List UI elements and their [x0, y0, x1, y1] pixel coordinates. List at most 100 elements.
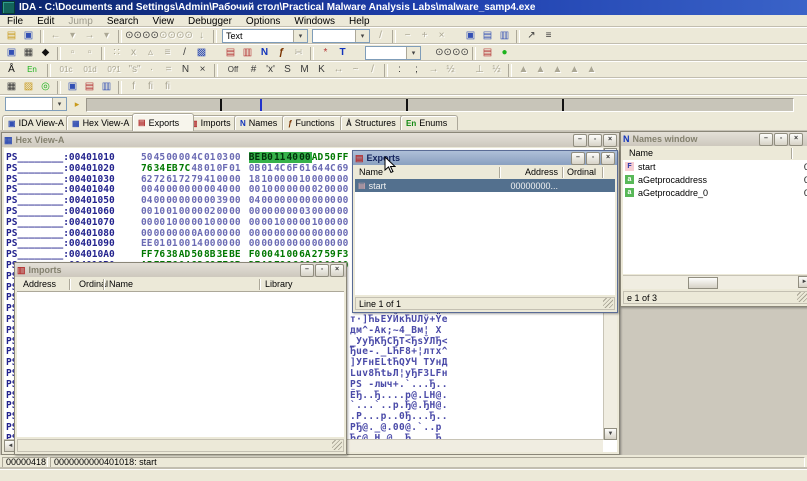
scrollbar-thumb[interactable] — [688, 277, 718, 289]
function-ops-2-button[interactable]: fi — [142, 80, 159, 95]
search-binary-again-button[interactable]: ⊙⊙ — [176, 29, 193, 44]
tracing-button[interactable]: T — [334, 46, 351, 61]
imports-header[interactable]: Address Ordinal Name Library — [17, 278, 344, 292]
column-address[interactable]: Address — [505, 167, 558, 177]
menu-windows[interactable]: Windows — [287, 16, 342, 27]
scroll-down-icon[interactable]: ▼ — [604, 428, 617, 440]
desktop-cascade-button[interactable]: ▣ — [64, 80, 81, 95]
windows-list-button[interactable]: ≡ — [540, 29, 557, 44]
make-number-button[interactable]: # — [245, 63, 262, 78]
edit-comment-button[interactable]: / — [364, 63, 381, 78]
minimize-icon[interactable]: – — [759, 133, 773, 146]
title-bar[interactable]: IDA - C:\Documents and Settings\Admin\Ра… — [0, 0, 807, 15]
restore-icon[interactable]: ▫ — [774, 133, 788, 146]
menu-file[interactable]: File — [0, 16, 30, 27]
make-unknown-button[interactable]: 0?1 — [102, 63, 126, 78]
print-button[interactable]: ≡ — [159, 46, 176, 61]
negate-button[interactable]: ~ — [347, 63, 364, 78]
column-address[interactable]: Address — [23, 279, 56, 289]
number-base-button[interactable]: ½ — [442, 63, 459, 78]
debug-detach-button[interactable]: ⊙⊙ — [452, 46, 469, 61]
column-library[interactable]: Library — [265, 279, 293, 289]
jump-back-list-button[interactable]: ▾ — [64, 29, 81, 44]
search-again-button[interactable]: ⊙⊙ — [142, 29, 159, 44]
windows-tile-vertical-button[interactable]: ▥ — [496, 29, 513, 44]
tab-hex-view-a[interactable]: ▦Hex View-A — [66, 115, 142, 130]
tab-ida-view-a[interactable]: ▣IDA View-A — [2, 115, 76, 130]
rename-button[interactable]: N — [177, 63, 194, 78]
menu-edit[interactable]: Edit — [30, 16, 61, 27]
colon-comment-button[interactable]: : — [391, 63, 408, 78]
byte-order-button[interactable]: ½ — [488, 63, 505, 78]
names-horizontal-scrollbar[interactable]: ► — [623, 275, 807, 289]
menu-search[interactable]: Search — [100, 16, 146, 27]
windows-tile-button[interactable]: ▤ — [479, 29, 496, 44]
menu-debugger[interactable]: Debugger — [181, 16, 239, 27]
open-strings-button[interactable]: ∺ — [290, 46, 307, 61]
column-ordinal[interactable]: Ordinal — [567, 167, 596, 177]
crossrefs-button[interactable]: x — [125, 46, 142, 61]
imports-titlebar[interactable]: ▥ Imports – ▫ × — [15, 263, 346, 277]
make-variable-button[interactable]: = — [160, 63, 177, 78]
names-header[interactable]: Name — [623, 147, 807, 161]
open-names-button[interactable]: N — [256, 46, 273, 61]
exports-row-start[interactable]: ▤start00000000... — [355, 179, 615, 192]
name-combo[interactable]: ▾ — [5, 97, 67, 111]
collapse-button[interactable]: − — [399, 29, 416, 44]
save-desktop-button[interactable]: ▤ — [81, 80, 98, 95]
delete-button[interactable]: × — [433, 29, 450, 44]
make-string-button[interactable]: "s" — [126, 63, 143, 78]
resize-grip[interactable] — [603, 298, 613, 308]
wrench-tool-button[interactable]: / — [176, 46, 193, 61]
imports-list[interactable] — [17, 292, 344, 437]
chevron-down-icon[interactable]: ▾ — [52, 98, 66, 110]
expand-button[interactable]: + — [416, 29, 433, 44]
make-align-button[interactable]: · — [143, 63, 160, 78]
breakpoints-flower-button[interactable]: * — [317, 46, 334, 61]
function-tail-button[interactable]: ⊥ — [471, 63, 488, 78]
open-exports-button[interactable]: ▤ — [222, 46, 239, 61]
undefine-button[interactable]: × — [194, 63, 211, 78]
navband-pointer-icon[interactable]: ▸ — [70, 97, 84, 111]
search-value-combo[interactable]: ▾ — [312, 29, 370, 43]
restore-icon[interactable]: ▫ — [588, 134, 602, 147]
tab-enums[interactable]: EnEnums — [400, 115, 458, 130]
window-link-button[interactable]: ↗ — [523, 29, 540, 44]
menu-help[interactable]: Help — [342, 16, 377, 27]
gear-button[interactable]: ◎ — [37, 80, 54, 95]
next-unexplored-button[interactable]: ▫ — [81, 46, 98, 61]
window-dialog-button[interactable]: ▦ — [20, 46, 37, 61]
make-offset-button[interactable]: Off — [221, 63, 245, 78]
jump-address-button[interactable]: ↓ — [193, 29, 210, 44]
make-stackvar-button[interactable]: K — [313, 63, 330, 78]
close-icon[interactable]: × — [330, 264, 344, 277]
new-window-button[interactable]: ▣ — [3, 46, 20, 61]
open-functions-button[interactable]: ƒ — [273, 46, 290, 61]
enums-tool-button[interactable]: En — [20, 63, 44, 78]
debugger-combo[interactable]: ▾ — [365, 46, 421, 60]
names-list[interactable]: Fstart0aaGetprocaddress0aaGetprocaddre_0… — [623, 160, 807, 274]
names-titlebar[interactable]: N Names window – ▫ × — [621, 132, 807, 146]
search-type-combo[interactable]: Text▾ — [222, 29, 308, 43]
semicolon-comment-button[interactable]: ; — [408, 63, 425, 78]
restore-icon[interactable]: ▫ — [586, 152, 600, 165]
calculator-button[interactable]: ▦ — [3, 80, 20, 95]
navigation-band[interactable] — [86, 98, 794, 112]
names-row-start[interactable]: Fstart0 — [623, 160, 807, 173]
structs-tool-button[interactable]: Å — [3, 63, 20, 78]
make-data-button[interactable]: 01d — [78, 63, 102, 78]
save-file-button[interactable]: ▣ — [20, 29, 37, 44]
make-char-button[interactable]: 'x' — [262, 63, 279, 78]
callgraph-xrefs-from-button[interactable]: ▲ — [532, 63, 549, 78]
debugger-options-button[interactable]: ▤ — [479, 46, 496, 61]
close-icon[interactable]: × — [603, 134, 617, 147]
callgraph-user-xrefs-button[interactable]: ▲ — [549, 63, 566, 78]
search-text-button[interactable]: ⊙⊙ — [125, 29, 142, 44]
close-icon[interactable]: × — [601, 152, 615, 165]
column-name[interactable]: Name — [629, 148, 653, 158]
prev-unexplored-button[interactable]: ▫ — [64, 46, 81, 61]
jump-back-button[interactable]: ← — [47, 29, 64, 44]
minimize-icon[interactable]: – — [573, 134, 587, 147]
make-code-button[interactable]: 01c — [54, 63, 78, 78]
restore-icon[interactable]: ▫ — [315, 264, 329, 277]
